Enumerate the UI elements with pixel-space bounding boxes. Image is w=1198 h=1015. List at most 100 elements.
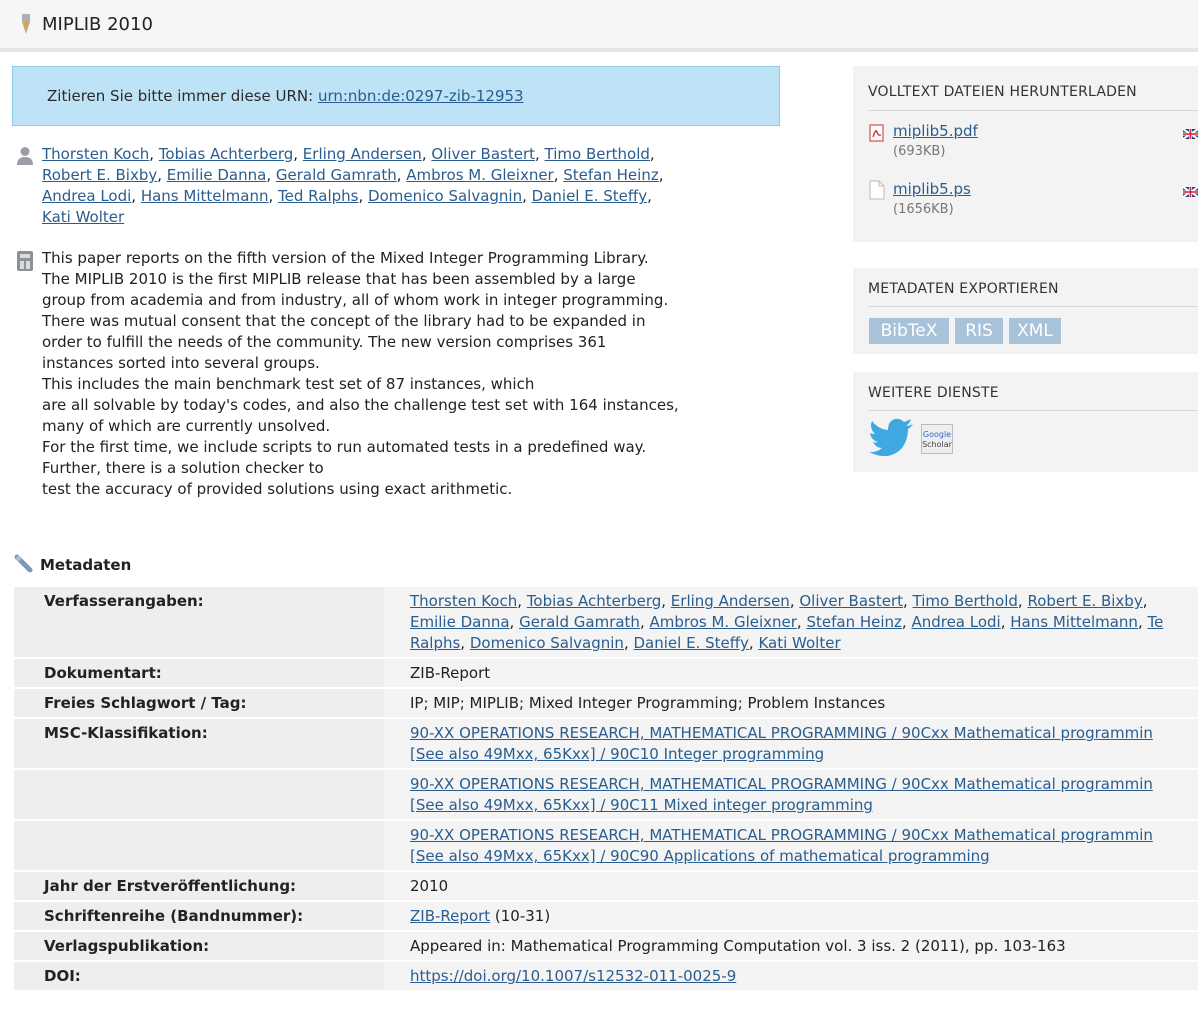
author-link[interactable]: Tobias Achterberg <box>527 592 661 610</box>
quote-icon <box>17 251 33 271</box>
keywords-label: Freies Schlagwort / Tag: <box>14 689 384 717</box>
abstract-line: For the first time, we include scripts t… <box>42 438 647 456</box>
table-row: MSC-Klassifikation: 90-XX OPERATIONS RES… <box>14 719 1198 768</box>
msc-link[interactable]: 90-XX OPERATIONS RESEARCH, MATHEMATICAL … <box>410 775 1153 793</box>
author-link[interactable]: Daniel E. Steffy <box>532 187 647 205</box>
author-link[interactable]: Erling Andersen <box>671 592 790 610</box>
author-link[interactable]: Erling Andersen <box>303 145 422 163</box>
author-link[interactable]: Thorsten Koch <box>410 592 517 610</box>
msc-link[interactable]: 90-XX OPERATIONS RESEARCH, MATHEMATICAL … <box>410 724 1153 742</box>
author-link[interactable]: Robert E. Bixby <box>1027 592 1142 610</box>
english-flag-icon <box>1183 187 1198 197</box>
doi-value: https://doi.org/10.1007/s12532-011-0025-… <box>384 962 1198 990</box>
abstract-line: order to fulfill the needs of the commun… <box>42 333 607 351</box>
author-link[interactable]: Domenico Salvagnin <box>470 634 624 652</box>
table-row: Verfasserangaben: Thorsten Koch, Tobias … <box>14 587 1198 657</box>
author-link[interactable]: Timo Berthold <box>545 145 650 163</box>
author-link[interactable]: Ralphs <box>410 634 460 652</box>
export-heading: METADATEN EXPORTIEREN <box>868 281 1059 297</box>
abstract-line: Further, there is a solution checker to <box>42 459 324 477</box>
title-bar: MIPLIB 2010 <box>0 0 1198 52</box>
google-scholar-logo-text: Google <box>922 430 952 439</box>
abstract-line: many of which are currently unsolved. <box>42 417 331 435</box>
urn-notice: Zitieren Sie bitte immer diese URN: urn:… <box>12 66 780 126</box>
year-label: Jahr der Erstveröffentlichung: <box>14 872 384 900</box>
author-link[interactable]: Andrea Lodi <box>911 613 1000 631</box>
author-link[interactable]: Emilie Danna <box>167 166 267 184</box>
table-row: 90-XX OPERATIONS RESEARCH, MATHEMATICAL … <box>14 821 1198 870</box>
table-row: DOI: https://doi.org/10.1007/s12532-011-… <box>14 962 1198 990</box>
author-link[interactable]: Oliver Bastert <box>799 592 903 610</box>
table-row: Dokumentart: ZIB-Report <box>14 659 1198 687</box>
msc-link[interactable]: [See also 49Mxx, 65Kxx] / 90C10 Integer … <box>410 745 824 763</box>
author-link[interactable]: Tobias Achterberg <box>159 145 293 163</box>
doi-label: DOI: <box>14 962 384 990</box>
msc-link[interactable]: [See also 49Mxx, 65Kxx] / 90C11 Mixed in… <box>410 796 873 814</box>
pdf-icon <box>869 124 884 142</box>
series-link[interactable]: ZIB-Report <box>410 907 490 925</box>
abstract-line: This includes the main benchmark test se… <box>42 375 535 393</box>
page-title: MIPLIB 2010 <box>42 14 153 35</box>
authors-label: Verfasserangaben: <box>14 587 384 657</box>
author-link[interactable]: Thorsten Koch <box>42 145 149 163</box>
author-link[interactable]: Stefan Heinz <box>806 613 901 631</box>
author-link[interactable]: Kati Wolter <box>758 634 840 652</box>
author-link[interactable]: Andrea Lodi <box>42 187 131 205</box>
abstract-line: There was mutual consent that the concep… <box>42 312 646 330</box>
author-link[interactable]: Gerald Gamrath <box>276 166 397 184</box>
doi-link[interactable]: https://doi.org/10.1007/s12532-011-0025-… <box>410 967 736 985</box>
author-link[interactable]: Daniel E. Steffy <box>633 634 748 652</box>
services-heading: WEITERE DIENSTE <box>868 385 999 401</box>
table-row: Freies Schlagwort / Tag: IP; MIP; MIPLIB… <box>14 689 1198 717</box>
export-ris-button[interactable]: RIS <box>955 318 1003 344</box>
export-bibtex-button[interactable]: BibTeX <box>869 318 949 344</box>
msc-value: 90-XX OPERATIONS RESEARCH, MATHEMATICAL … <box>384 770 1198 819</box>
author-link[interactable]: Hans Mittelmann <box>1010 613 1138 631</box>
author-link[interactable]: Ted Ralphs <box>278 187 358 205</box>
abstract-line: are all solvable by today's codes, and a… <box>42 396 679 414</box>
doctype-value: ZIB-Report <box>384 659 1198 687</box>
google-scholar-icon[interactable]: Google Scholar <box>921 424 953 454</box>
author-link[interactable]: Kati Wolter <box>42 208 124 226</box>
series-value: ZIB-Report (10-31) <box>384 902 1198 930</box>
msc-link[interactable]: 90-XX OPERATIONS RESEARCH, MATHEMATICAL … <box>410 826 1153 844</box>
author-link[interactable]: Stefan Heinz <box>563 166 658 184</box>
file-link-pdf[interactable]: miplib5.pdf <box>893 122 978 140</box>
export-xml-button[interactable]: XML <box>1009 318 1061 344</box>
msc-value: 90-XX OPERATIONS RESEARCH, MATHEMATICAL … <box>384 821 1198 870</box>
author-link[interactable]: Te <box>1147 613 1163 631</box>
abstract-line: test the accuracy of provided solutions … <box>42 480 513 498</box>
person-icon <box>17 147 33 165</box>
keywords-value: IP; MIP; MIPLIB; Mixed Integer Programmi… <box>384 689 1198 717</box>
abstract-line: instances sorted into several groups. <box>42 354 320 372</box>
author-list: Thorsten Koch, Tobias Achterberg, Erling… <box>42 145 664 226</box>
author-link[interactable]: Ambros M. Gleixner <box>649 613 796 631</box>
twitter-icon[interactable] <box>869 418 915 456</box>
author-link[interactable]: Timo Berthold <box>913 592 1018 610</box>
author-link[interactable]: Hans Mittelmann <box>141 187 269 205</box>
authors-value: Thorsten Koch, Tobias Achterberg, Erling… <box>384 587 1198 657</box>
file-link-ps[interactable]: miplib5.ps <box>893 180 971 198</box>
author-link[interactable]: Oliver Bastert <box>431 145 535 163</box>
msc-link[interactable]: [See also 49Mxx, 65Kxx] / 90C90 Applicat… <box>410 847 990 865</box>
download-panel: VOLLTEXT DATEIEN HERUNTERLADEN miplib5.p… <box>853 66 1198 242</box>
urn-link[interactable]: urn:nbn:de:0297-zib-12953 <box>318 87 524 105</box>
fountain-pen-icon <box>22 14 30 34</box>
table-row: Schriftenreihe (Bandnummer): ZIB-Report … <box>14 902 1198 930</box>
metadata-table: Verfasserangaben: Thorsten Koch, Tobias … <box>14 585 1198 992</box>
author-link[interactable]: Robert E. Bixby <box>42 166 157 184</box>
table-row: 90-XX OPERATIONS RESEARCH, MATHEMATICAL … <box>14 770 1198 819</box>
series-number: (10-31) <box>490 907 551 925</box>
year-value: 2010 <box>384 872 1198 900</box>
author-link[interactable]: Ambros M. Gleixner <box>406 166 553 184</box>
metadata-title: Metadaten <box>40 556 132 574</box>
series-label: Schriftenreihe (Bandnummer): <box>14 902 384 930</box>
msc-value: 90-XX OPERATIONS RESEARCH, MATHEMATICAL … <box>384 719 1198 768</box>
abstract-line: group from academia and from industry, a… <box>42 291 669 309</box>
author-link[interactable]: Emilie Danna <box>410 613 510 631</box>
download-heading: VOLLTEXT DATEIEN HERUNTERLADEN <box>868 84 1137 100</box>
author-link[interactable]: Gerald Gamrath <box>519 613 640 631</box>
google-scholar-logo-text: Scholar <box>922 440 952 449</box>
doctype-label: Dokumentart: <box>14 659 384 687</box>
author-link[interactable]: Domenico Salvagnin <box>368 187 522 205</box>
